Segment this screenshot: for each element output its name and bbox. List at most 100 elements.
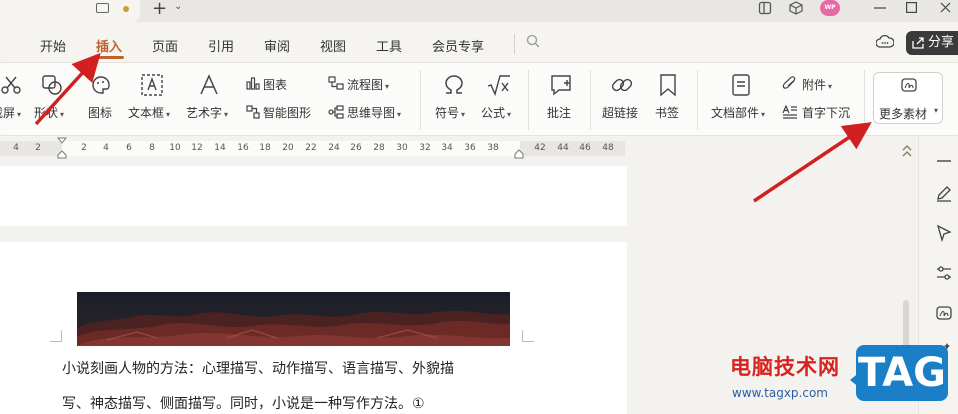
tab-insert[interactable]: 插入 [96, 36, 122, 55]
document-page[interactable] [0, 166, 627, 226]
smartart-button[interactable]: 智能图形 [263, 104, 311, 121]
search-icon[interactable] [526, 34, 540, 48]
tab-page[interactable]: 页面 [152, 36, 178, 55]
share-button[interactable]: 分享 [906, 31, 958, 55]
cloud-icon[interactable] [876, 34, 894, 50]
ribbon-divider [697, 70, 698, 130]
tab-tools[interactable]: 工具 [376, 36, 402, 55]
cube-icon[interactable] [789, 1, 803, 15]
document-image[interactable] [77, 292, 510, 346]
formula-icon [487, 75, 510, 97]
textbox-icon [141, 74, 163, 96]
link-icon [611, 78, 633, 92]
horizontal-ruler[interactable]: 4 2 2 4 6 8 10 12 14 16 18 20 22 24 26 2… [0, 141, 625, 156]
chart-button[interactable]: 图表 [263, 76, 287, 93]
textbox-button[interactable]: 文本框 ▾ [128, 104, 170, 121]
tab-member[interactable]: 会员专享 [432, 36, 484, 55]
shape-label: 形状 [34, 106, 59, 120]
layout-icon[interactable] [758, 1, 772, 15]
ruler-tick: 2 [35, 143, 41, 153]
document-tab[interactable] [0, 0, 140, 22]
material-icon[interactable] [935, 304, 953, 322]
formula-button[interactable]: 公式 ▾ [481, 104, 511, 121]
margin-mark [522, 330, 534, 342]
tab-references[interactable]: 引用 [208, 36, 234, 55]
hyperlink-button[interactable]: 超链接 [602, 104, 638, 121]
ruler-tick: 48 [602, 143, 614, 153]
screenshot-button[interactable]: 截屏▾ [0, 104, 21, 121]
icons-icon [92, 76, 110, 94]
comment-button[interactable]: 批注 [547, 104, 571, 121]
ruler-tick: 6 [126, 143, 132, 153]
ruler-tick: 22 [305, 143, 317, 153]
margin-mark [50, 330, 62, 342]
mindmap-button[interactable]: 思维导图 ▾ [347, 104, 401, 121]
sliders-icon[interactable] [935, 264, 953, 282]
ruler-tick: 32 [419, 143, 431, 153]
docpart-button[interactable]: 文档部件 ▾ [711, 104, 765, 121]
wordart-icon [200, 74, 218, 95]
user-avatar[interactable]: WP [820, 0, 840, 16]
formula-label: 公式 [481, 106, 506, 120]
ribbon-divider [420, 70, 421, 130]
ribbon-divider [528, 70, 529, 130]
symbol-button[interactable]: 符号 ▾ [435, 104, 465, 121]
tab-review[interactable]: 审阅 [264, 36, 290, 55]
arrow-to-more-material [753, 122, 872, 203]
ruler-tick: 4 [103, 143, 109, 153]
smartart-icon [246, 105, 260, 119]
ruler-tick: 24 [328, 143, 340, 153]
right-indent-marker[interactable] [514, 149, 524, 159]
icon-button[interactable]: 图标 [88, 104, 112, 121]
ribbon-divider [590, 70, 591, 130]
shape-icon [42, 75, 62, 95]
watermark-site-name: 电脑技术网 [730, 355, 840, 379]
paragraph-line[interactable]: 写、神态描写、侧面描写。同时，小说是一种写作方法。① [62, 393, 425, 413]
material-icon [901, 78, 917, 92]
scroll-up-icon[interactable] [902, 144, 912, 158]
docpart-label: 文档部件 [711, 106, 760, 120]
omega-icon [445, 75, 463, 94]
docpart-icon [732, 74, 750, 96]
ribbon-divider [864, 70, 865, 130]
comment-icon [551, 75, 571, 96]
symbol-label: 符号 [435, 106, 460, 120]
ruler-tick: 2 [81, 143, 87, 153]
more-material-button[interactable]: 更多素材 ▾ [873, 72, 943, 124]
scissors-icon [1, 76, 21, 94]
collapse-icon[interactable] [935, 152, 953, 170]
ruler-tick: 36 [464, 143, 476, 153]
flowchart-button[interactable]: 流程图 ▾ [347, 76, 389, 93]
title-bar: + ⌄ WP [0, 0, 958, 22]
ruler-tick: 4 [13, 143, 19, 153]
mindmap-label: 思维导图 [347, 106, 396, 120]
pen-icon[interactable] [935, 184, 953, 202]
first-line-indent-marker[interactable] [57, 137, 67, 159]
ruler-tick: 44 [557, 143, 569, 153]
ruler-tick: 12 [191, 143, 203, 153]
chart-icon [246, 77, 260, 90]
tab-view[interactable]: 视图 [320, 36, 346, 55]
wordart-label: 艺术字 [186, 106, 223, 120]
mindmap-icon [328, 105, 344, 119]
shape-button[interactable]: 形状 ▾ [34, 104, 64, 121]
bookmark-button[interactable]: 书签 [655, 104, 679, 121]
paragraph-line[interactable]: 小说刻画人物的方法：心理描写、动作描写、语言描写、外貌描 [62, 358, 454, 378]
new-tab-button[interactable]: + [152, 0, 167, 19]
dropcap-button[interactable]: 首字下沉 [802, 104, 850, 121]
cursor-icon[interactable] [935, 224, 953, 242]
ruler-tick: 18 [259, 143, 271, 153]
wordart-button[interactable]: 艺术字 ▾ [186, 104, 228, 121]
tabs-dropdown-button[interactable]: ⌄ [174, 1, 182, 12]
attachment-button[interactable]: 附件 ▾ [802, 76, 832, 93]
watermark-url: www.tagxp.com [732, 386, 828, 400]
ruler-tick: 20 [282, 143, 294, 153]
ribbon-tabs: 开始 插入 页面 引用 审阅 视图 工具 会员专享 分享 [0, 22, 958, 62]
maximize-icon[interactable] [906, 2, 917, 13]
ruler-tick: 10 [169, 143, 181, 153]
tab-home[interactable]: 开始 [40, 36, 66, 55]
minimize-icon[interactable] [874, 7, 886, 9]
chevron-down-icon: ▾ [934, 106, 939, 115]
close-icon[interactable] [940, 2, 951, 13]
flowchart-icon [328, 76, 344, 90]
